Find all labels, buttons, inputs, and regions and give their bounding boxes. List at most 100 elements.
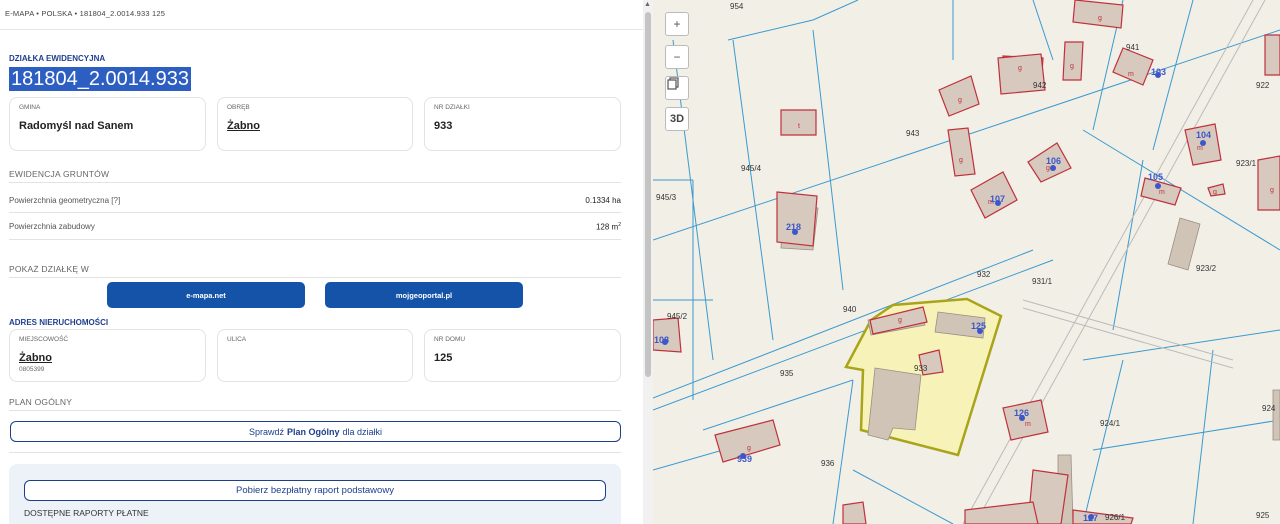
built-area-value: 128 m2 <box>596 222 621 232</box>
building-letter: g <box>1098 15 1102 22</box>
street-card: ULICA <box>217 329 413 382</box>
building-letter: m <box>1128 71 1134 78</box>
emapa-button[interactable]: e-mapa.net <box>107 282 305 308</box>
parcel-info-panel: E-MAPA • POLSKA • 181804_2.0014.933 125 … <box>0 0 643 524</box>
house-number-value: 125 <box>434 352 453 364</box>
show-in-title: POKAŻ DZIAŁKĘ W <box>9 264 89 274</box>
mojgeoportal-button[interactable]: mojgeoportal.pl <box>325 282 523 308</box>
building-letter: g <box>898 317 902 324</box>
parcel-label: 931/1 <box>1032 277 1053 286</box>
city-card: MIEJSCOWOŚĆ Żabno 0805399 <box>9 329 206 382</box>
zoom-in-button[interactable]: + <box>665 12 689 36</box>
obreb-card: OBRĘB Żabno <box>217 97 413 151</box>
parcel-label: 941 <box>1126 43 1140 52</box>
divider <box>9 452 621 453</box>
city-label: MIEJSCOWOŚĆ <box>19 336 69 343</box>
house-number: 107 <box>990 194 1005 204</box>
house-number: 939 <box>737 454 752 464</box>
plan-btn-suffix: dla działki <box>342 426 383 437</box>
building-letter: m <box>1159 189 1165 196</box>
house-number: 103 <box>1151 67 1166 77</box>
parcel-label: 943 <box>906 129 920 138</box>
obreb-label: OBRĘB <box>227 104 250 111</box>
plan-btn-bold: Plan Ogólny <box>286 426 340 437</box>
address-heading: ADRES NIERUCHOMOŚCI <box>9 318 109 327</box>
building-letter: g <box>1070 63 1074 70</box>
parcel-label: 945/2 <box>667 312 688 321</box>
building-letter: m <box>1197 145 1203 152</box>
breadcrumb[interactable]: E-MAPA • POLSKA • 181804_2.0014.933 125 <box>5 9 165 18</box>
scrollbar-thumb[interactable] <box>645 12 651 377</box>
breadcrumb-divider <box>0 29 643 30</box>
divider <box>9 182 621 183</box>
house-number: 125 <box>971 321 986 331</box>
parcel-label: 922 <box>1256 81 1270 90</box>
parcel-label: 923/1 <box>1236 159 1257 168</box>
parcel-label: 945/4 <box>741 164 762 173</box>
geom-area-label[interactable]: Powierzchnia geometryczna [?] <box>9 196 120 205</box>
map-view[interactable]: 954 941 922 942 943 945/4 923/1 945/3 93… <box>653 0 1280 524</box>
parcel-id[interactable]: 181804_2.0014.933 <box>9 67 191 91</box>
city-link[interactable]: Żabno <box>19 352 52 364</box>
parcel-label: 923/2 <box>1196 264 1217 273</box>
layers-icon <box>667 77 679 90</box>
plan-title: PLAN OGÓLNY <box>9 397 73 407</box>
ewidencja-title: EWIDENCJA GRUNTÓW <box>9 169 110 179</box>
app-root: E-MAPA • POLSKA • 181804_2.0014.933 125 … <box>0 0 1280 524</box>
building-letter: g <box>1046 165 1050 172</box>
parcel-label: 924/1 <box>1100 419 1121 428</box>
built-area-label: Powierzchnia zabudowy <box>9 222 95 231</box>
house-number: 105 <box>1148 172 1163 182</box>
building-letter: t <box>798 123 800 130</box>
3d-toggle-button[interactable]: 3D <box>665 107 689 131</box>
gmina-label: GMINA <box>19 104 41 111</box>
scroll-up-icon[interactable]: ▲ <box>644 1 651 8</box>
parcel-number-card: NR DZIAŁKI 933 <box>424 97 621 151</box>
gmina-card: GMINA Radomyśl nad Sanem <box>9 97 206 151</box>
gmina-value: Radomyśl nad Sanem <box>19 120 134 132</box>
building-letter: m <box>1025 421 1031 428</box>
building-letter: g <box>958 97 962 104</box>
free-report-button[interactable]: Pobierz bezpłatny raport podstawowy <box>24 480 606 501</box>
house-number: 104 <box>1196 130 1211 140</box>
parcel-label: 932 <box>977 270 991 279</box>
divider <box>9 277 621 278</box>
divider <box>9 212 621 213</box>
house-numbers: 103 104 106 105 107 218 125 108 126 939 … <box>654 67 1211 523</box>
house-number-label: NR DOMU <box>434 336 466 343</box>
parcel-label: 936 <box>821 459 835 468</box>
building-letter: g <box>1270 187 1274 194</box>
parcel-number-label: NR DZIAŁKI <box>434 104 470 111</box>
parcel-label: 940 <box>843 305 857 314</box>
obreb-link[interactable]: Żabno <box>227 120 260 132</box>
building-letter: g <box>747 445 751 452</box>
parcel-heading: DZIAŁKA EWIDENCYJNA <box>9 54 106 63</box>
layers-button[interactable] <box>665 76 689 100</box>
parcel-label: 926/1 <box>1105 513 1126 522</box>
cadastral-map[interactable]: 954 941 922 942 943 945/4 923/1 945/3 93… <box>653 0 1280 524</box>
divider <box>9 239 621 240</box>
parcel-label: 933 <box>914 364 928 373</box>
house-number: 106 <box>1046 156 1061 166</box>
parcel-number-value: 933 <box>434 120 453 132</box>
built-area-number: 128 m <box>595 222 619 232</box>
panel-scrollbar[interactable]: ▲ <box>643 0 653 524</box>
zoom-out-button[interactable]: − <box>665 45 689 69</box>
parcel-label: 942 <box>1033 81 1047 90</box>
built-area-unit-sup: 2 <box>618 222 621 228</box>
house-number-card: NR DOMU 125 <box>424 329 621 382</box>
house-number: 108 <box>654 335 669 345</box>
city-code: 0805399 <box>19 366 45 373</box>
building-letter: g <box>1213 189 1217 196</box>
plan-check-button[interactable]: Sprawdź Plan Ogólny dla działki <box>10 421 621 442</box>
house-number: 127 <box>1083 513 1098 523</box>
divider <box>9 410 621 411</box>
building-letter: g <box>1018 65 1022 72</box>
paid-reports-title: DOSTĘPNE RAPORTY PŁATNE <box>24 508 149 518</box>
parcel-label: 954 <box>730 2 744 11</box>
plan-btn-prefix: Sprawdź <box>248 426 284 437</box>
reports-box: Pobierz bezpłatny raport podstawowy DOST… <box>9 464 621 524</box>
building-letter: g <box>959 157 963 164</box>
geom-area-value: 0.1334 ha <box>585 196 621 205</box>
house-number: 126 <box>1014 408 1029 418</box>
